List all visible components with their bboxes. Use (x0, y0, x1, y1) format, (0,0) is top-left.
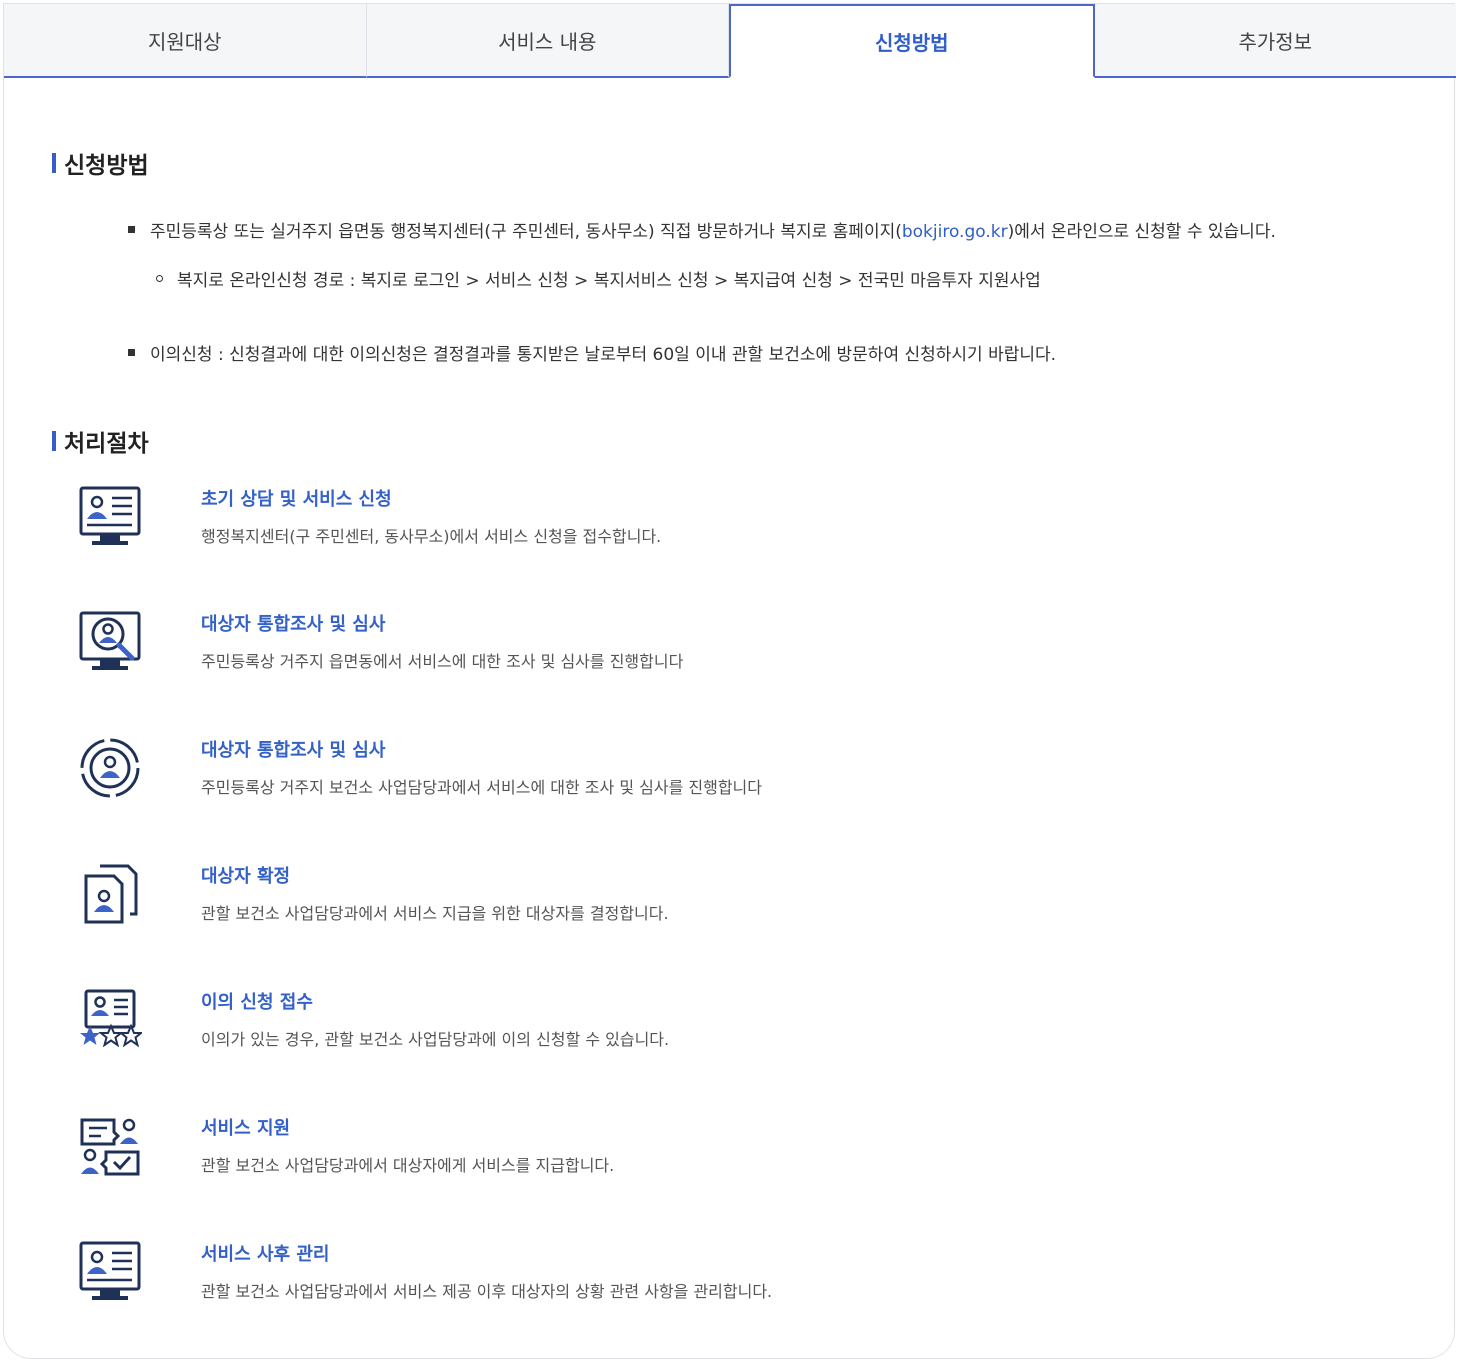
bullet-text: 주민등록상 또는 실거주지 읍면동 행정복지센터(구 주민센터, 동사무소) 직… (150, 222, 1276, 242)
tab-additional-info[interactable]: 추가정보 (1094, 4, 1456, 78)
tab-how-to-apply[interactable]: 신청방법 (729, 4, 1095, 78)
monitor-profile-icon (79, 486, 141, 545)
step-description: 이의가 있는 경우, 관할 보건소 사업담당과에 이의 신청할 수 있습니다. (201, 1030, 670, 1049)
bokjiro-link[interactable]: bokjiro.go.kr (902, 222, 1008, 242)
square-bullet-icon (128, 349, 135, 356)
tab-service-content[interactable]: 서비스 내용 (366, 4, 729, 78)
step-description: 행정복지센터(구 주민센터, 동사무소)에서 서비스 신청을 접수합니다. (201, 527, 662, 546)
step-title: 이의 신청 접수 (201, 992, 313, 1013)
monitor-search-person-icon (79, 611, 141, 670)
step-description: 관할 보건소 사업담당과에서 서비스 지급을 위한 대상자를 결정합니다. (201, 904, 669, 923)
step-description: 관할 보건소 사업담당과에서 서비스 제공 이후 대상자의 상황 관련 사항을 … (201, 1282, 773, 1301)
circle-bullet-icon (156, 275, 163, 282)
apply-bullet-2: 이의신청 : 신청결과에 대한 이의신청은 결정결과를 통지받은 날로부터 60… (128, 340, 1056, 365)
apply-sub-bullet-1: 복지로 온라인신청 경로 : 복지로 로그인 > 서비스 신청 > 복지서비스 … (156, 266, 1041, 291)
process-step-1: 초기 상담 및 서비스 신청 행정복지센터(구 주민센터, 동사무소)에서 서비… (4, 485, 1456, 565)
section-title-process: 처리절차 (52, 424, 149, 458)
apply-bullet-1: 주민등록상 또는 실거주지 읍면동 행정복지센터(구 주민센터, 동사무소) 직… (128, 217, 1276, 242)
step-title: 서비스 사후 관리 (201, 1244, 330, 1265)
process-step-3: 대상자 통합조사 및 심사 주민등록상 거주지 보건소 사업담당과에서 서비스에… (4, 736, 1456, 816)
step-description: 관할 보건소 사업담당과에서 대상자에게 서비스를 지급합니다. (201, 1156, 615, 1175)
process-step-7: 서비스 사후 관리 관할 보건소 사업담당과에서 서비스 제공 이후 대상자의 … (4, 1240, 1456, 1320)
section-title-text: 신청방법 (64, 153, 149, 179)
process-step-6: 서비스 지원 관할 보건소 사업담당과에서 대상자에게 서비스를 지급합니다. (4, 1114, 1456, 1194)
square-bullet-icon (128, 226, 135, 233)
step-title: 대상자 통합조사 및 심사 (201, 740, 386, 761)
step-description: 주민등록상 거주지 읍면동에서 서비스에 대한 조사 및 심사를 진행합니다 (201, 652, 684, 671)
process-step-5: 이의 신청 접수 이의가 있는 경우, 관할 보건소 사업담당과에 이의 신청할… (4, 988, 1456, 1068)
section-title-text: 처리절차 (64, 431, 149, 457)
service-detail-card: 지원대상 서비스 내용 신청방법 추가정보 신청방법 주민등록상 또는 실거주지… (3, 3, 1456, 1359)
title-bar-marker (52, 153, 56, 173)
person-exchange-icon (80, 1118, 140, 1176)
process-step-2: 대상자 통합조사 및 심사 주민등록상 거주지 읍면동에서 서비스에 대한 조사… (4, 610, 1456, 690)
section-title-apply: 신청방법 (52, 146, 149, 180)
tab-eligibility[interactable]: 지원대상 (4, 4, 367, 78)
profile-rating-stars-icon (80, 989, 142, 1048)
step-title: 서비스 지원 (201, 1118, 291, 1139)
process-step-4: 대상자 확정 관할 보건소 사업담당과에서 서비스 지급을 위한 대상자를 결정… (4, 862, 1456, 942)
tab-bar: 지원대상 서비스 내용 신청방법 추가정보 (4, 4, 1456, 78)
bullet-text: 이의신청 : 신청결과에 대한 이의신청은 결정결과를 통지받은 날로부터 60… (150, 345, 1057, 365)
title-bar-marker (52, 431, 56, 451)
documents-person-icon (84, 864, 138, 924)
step-title: 초기 상담 및 서비스 신청 (201, 489, 392, 510)
step-description: 주민등록상 거주지 보건소 사업담당과에서 서비스에 대한 조사 및 심사를 진… (201, 778, 762, 797)
step-title: 대상자 확정 (201, 866, 291, 887)
target-person-icon (80, 738, 140, 798)
monitor-profile-icon (79, 1241, 141, 1300)
step-title: 대상자 통합조사 및 심사 (201, 614, 386, 635)
sub-bullet-text: 복지로 온라인신청 경로 : 복지로 로그인 > 서비스 신청 > 복지서비스 … (177, 271, 1041, 291)
